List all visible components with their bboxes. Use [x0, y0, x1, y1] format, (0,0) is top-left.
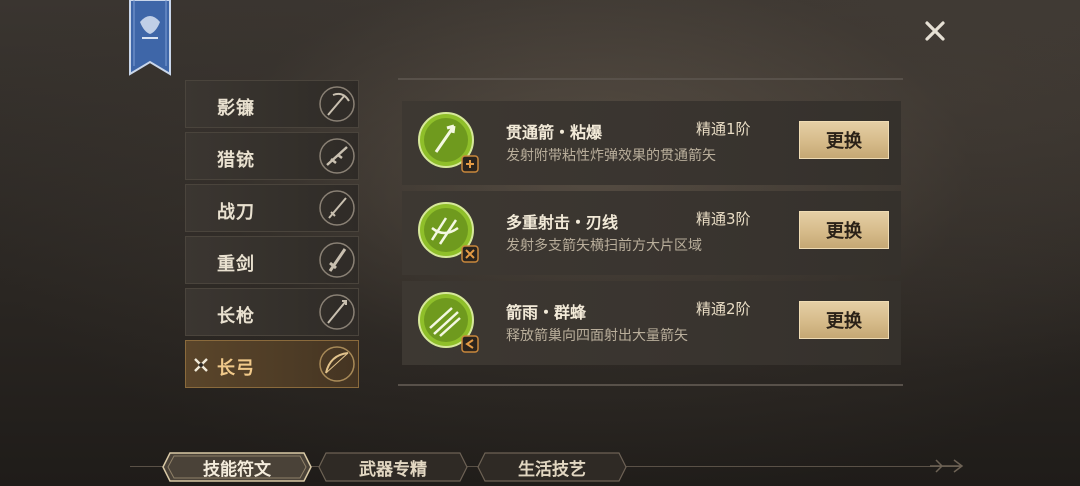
skill-description: 发射附带粘性炸弹效果的贯通箭矢 [506, 148, 716, 164]
weapon-label: 重剑 [217, 254, 255, 275]
multishot-arrow-icon [418, 202, 479, 263]
guild-banner [128, 0, 172, 80]
crossed-swords-icon [194, 358, 208, 372]
skill-mastery-level: 精通2阶 [696, 300, 751, 318]
tab-life-skills[interactable]: 生活技艺 [477, 452, 627, 482]
rifle-icon [319, 138, 355, 174]
weapon-label: 长弓 [217, 358, 255, 379]
tab-label: 生活技艺 [518, 459, 586, 480]
skill-name: 箭雨・群蜂 [506, 303, 587, 322]
skill-name: 贯通箭・粘爆 [506, 123, 603, 142]
skill-description: 发射多支箭矢横扫前方大片区域 [506, 238, 702, 254]
saber-icon [319, 190, 355, 226]
longbow-icon [319, 346, 355, 382]
weapon-label: 影镰 [217, 98, 255, 119]
skill-card: 箭雨・群蜂 精通2阶 释放箭巢向四面射出大量箭矢 更换 [402, 281, 901, 365]
skill-description: 释放箭巢向四面射出大量箭矢 [506, 328, 688, 344]
weapon-label: 猎铳 [217, 150, 255, 171]
tab-label: 技能符文 [203, 459, 271, 480]
weapon-item-spear[interactable]: 长枪 [185, 288, 359, 336]
skill-mastery-level: 精通1阶 [696, 120, 751, 138]
swap-skill-button[interactable]: 更换 [799, 211, 889, 249]
weapon-item-scythe[interactable]: 影镰 [185, 80, 359, 128]
weapon-label: 长枪 [217, 306, 255, 327]
swap-skill-button[interactable]: 更换 [799, 301, 889, 339]
skill-mastery-level: 精通3阶 [696, 210, 751, 228]
weapon-item-rifle[interactable]: 猎铳 [185, 132, 359, 180]
spear-icon [319, 294, 355, 330]
skill-name: 多重射击・刃线 [506, 213, 619, 232]
greatsword-icon [319, 242, 355, 278]
weapon-list: 影镰 猎铳 战刀 重剑 长枪 长弓 [185, 80, 359, 392]
divider-bottom [398, 384, 903, 386]
tab-skill-runes[interactable]: 技能符文 [162, 452, 312, 482]
weapon-item-greatsword[interactable]: 重剑 [185, 236, 359, 284]
tab-weapon-mastery[interactable]: 武器专精 [318, 452, 468, 482]
tab-label: 武器专精 [359, 459, 427, 480]
weapon-item-longbow[interactable]: 长弓 [185, 340, 359, 388]
piercing-arrow-icon [418, 112, 479, 173]
weapon-item-saber[interactable]: 战刀 [185, 184, 359, 232]
ornament-icon [930, 459, 964, 473]
weapon-label: 战刀 [217, 202, 255, 223]
divider-top [398, 78, 903, 80]
scythe-icon [319, 86, 355, 122]
skill-card: 多重射击・刃线 精通3阶 发射多支箭矢横扫前方大片区域 更换 [402, 191, 901, 275]
skill-card: 贯通箭・粘爆 精通1阶 发射附带粘性炸弹效果的贯通箭矢 更换 [402, 101, 901, 185]
swap-skill-button[interactable]: 更换 [799, 121, 889, 159]
close-icon [925, 21, 945, 41]
arrow-rain-icon [418, 292, 479, 353]
close-button[interactable] [918, 14, 952, 48]
